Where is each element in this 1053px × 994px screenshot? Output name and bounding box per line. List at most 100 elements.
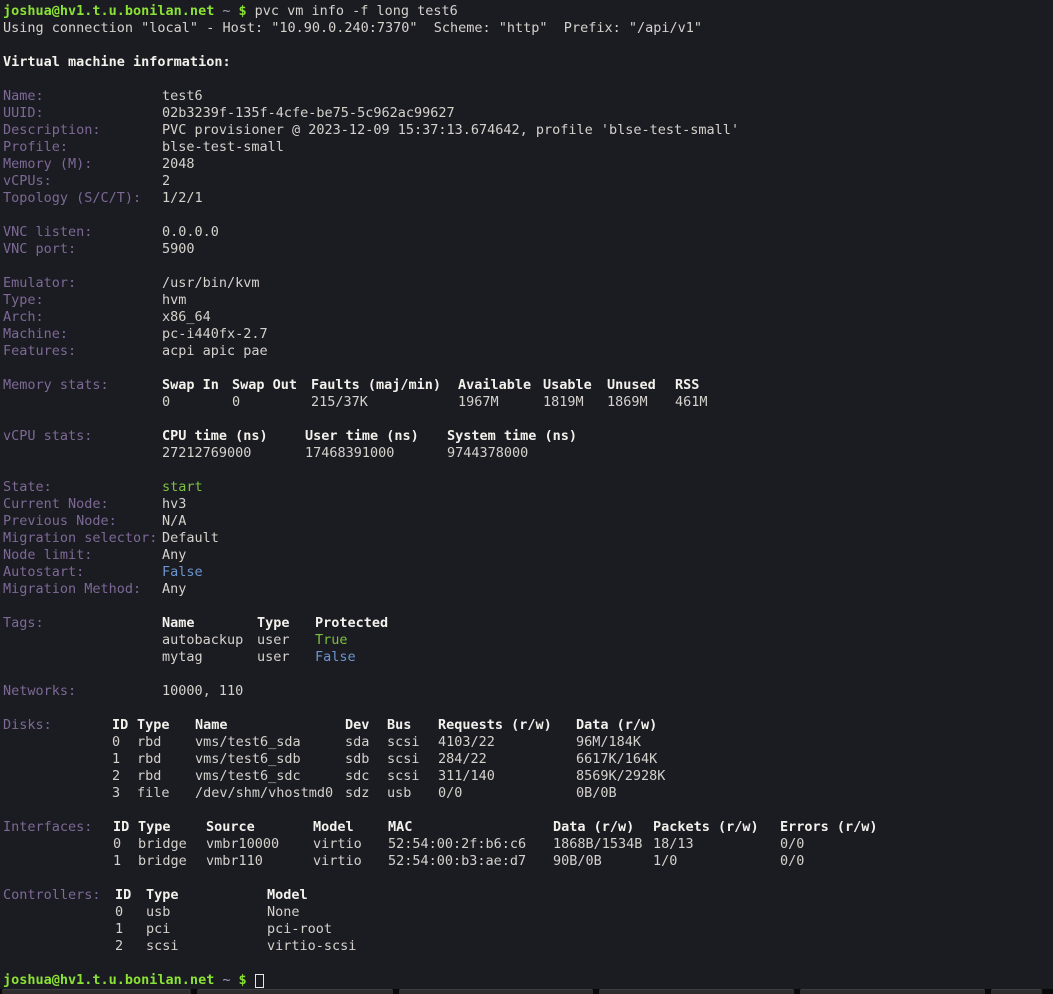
field-row: Previous Node:N/A	[3, 513, 1053, 530]
table-cell: scsi	[387, 768, 438, 785]
table-header-cell: Source	[206, 819, 313, 836]
field-value: pc-i440fx-2.7	[162, 326, 268, 343]
field-label: Migration Method:	[3, 581, 162, 598]
field-row: Migration selector:Default	[3, 530, 1053, 547]
field-label: State:	[3, 479, 162, 496]
table-cell: virtio	[313, 836, 388, 853]
field-row: Migration Method:Any	[3, 581, 1053, 598]
tag-row: mytaguserFalse	[3, 649, 1053, 666]
field-row: Features:acpi apic pae	[3, 343, 1053, 360]
field-row: Topology (S/C/T):1/2/1	[3, 190, 1053, 207]
table-header-cell: System time (ns)	[447, 428, 577, 445]
table-header-cell: Usable	[543, 377, 607, 394]
section-title-line: Virtual machine information:	[3, 54, 1053, 71]
field-label: Controllers:	[3, 887, 115, 904]
disk-row: 0rbdvms/test6_sdasdascsi4103/2296M/184K	[3, 734, 1053, 751]
table-cell: pci-root	[267, 921, 332, 938]
tab-segment[interactable]	[2, 989, 191, 994]
table-cell: vms/test6_sda	[195, 734, 345, 751]
terminal-cursor	[255, 974, 264, 988]
field-label: Tags:	[3, 615, 162, 632]
field-row: Autostart:False	[3, 564, 1053, 581]
field-row: Node limit:Any	[3, 547, 1053, 564]
tab-segment[interactable]	[399, 989, 593, 994]
table-cell: virtio-scsi	[267, 938, 356, 955]
connection-line: Using connection "local" - Host: "10.90.…	[3, 20, 1053, 37]
table-cell: 4103/22	[438, 734, 576, 751]
field-value: blse-test-small	[162, 139, 284, 156]
table-cell: rbd	[137, 734, 195, 751]
field-label: Current Node:	[3, 496, 162, 513]
terminal-screen[interactable]: joshua@hv1.t.u.bonilan.net~$pvc vm info …	[0, 0, 1053, 989]
table-cell: 27212769000	[162, 445, 305, 462]
tag-protected-value: True	[315, 632, 348, 649]
tab-segment[interactable]	[800, 989, 985, 994]
table-header-cell: ID	[113, 819, 138, 836]
table-header-cell: Unused	[607, 377, 675, 394]
emulator-section: Emulator:/usr/bin/kvm Type:hvm Arch:x86_…	[3, 275, 1053, 360]
disks-section: Disks:IDTypeNameDevBusRequests (r/w)Data…	[3, 717, 1053, 802]
table-cell: 0	[113, 836, 138, 853]
controller-row: 0usbNone	[3, 904, 1053, 921]
table-cell: usb	[387, 785, 438, 802]
tags-header-row: Tags:NameTypeProtected	[3, 615, 1053, 632]
field-value: acpi apic pae	[162, 343, 268, 360]
table-cell: scsi	[387, 751, 438, 768]
field-label: Networks:	[3, 683, 162, 700]
tab-segment[interactable]	[599, 989, 794, 994]
field-label: Description:	[3, 122, 162, 139]
controllers-section: Controllers:IDTypeModel 0usbNone 1pcipci…	[3, 887, 1053, 955]
vnc-section: VNC listen:0.0.0.0 VNC port:5900	[3, 224, 1053, 258]
table-cell: 1	[115, 921, 146, 938]
tag-protected-value: False	[315, 649, 356, 666]
table-header-cell: Bus	[387, 717, 438, 734]
field-value: 2	[162, 173, 170, 190]
terminal-window[interactable]: { "colors": { "background": "#1b1b22", "…	[0, 0, 1053, 994]
table-cell: 215/37K	[311, 394, 458, 411]
field-row: Profile:blse-test-small	[3, 139, 1053, 156]
field-label: Type:	[3, 292, 162, 309]
prompt-user-host: joshua@hv1.t.u.bonilan.net	[3, 3, 214, 20]
field-label: Arch:	[3, 309, 162, 326]
field-value: hvm	[162, 292, 186, 309]
field-row: Machine:pc-i440fx-2.7	[3, 326, 1053, 343]
tag-row: autobackupuserTrue	[3, 632, 1053, 649]
tab-segment[interactable]	[197, 989, 393, 994]
disk-row: 3file/dev/shm/vhostmd0sdzusb0/00B/0B	[3, 785, 1053, 802]
table-header-cell: User time (ns)	[305, 428, 447, 445]
prompt-tilde: ~	[222, 972, 230, 989]
table-header-cell: Type	[138, 819, 206, 836]
table-cell: 461M	[675, 394, 708, 411]
table-cell: user	[257, 632, 315, 649]
field-label: Machine:	[3, 326, 162, 343]
table-cell: sdc	[345, 768, 387, 785]
table-cell: 90B/0B	[553, 853, 653, 870]
field-label: Disks:	[3, 717, 112, 734]
field-value: N/A	[162, 513, 186, 530]
table-cell: 0/0	[780, 853, 804, 870]
memory-stats-header-row: Memory stats:Swap InSwap OutFaults (maj/…	[3, 377, 1053, 394]
table-cell: scsi	[387, 734, 438, 751]
table-cell: 284/22	[438, 751, 576, 768]
state-section: State:start Current Node:hv3 Previous No…	[3, 479, 1053, 598]
table-cell: 1	[113, 853, 138, 870]
table-header-cell: Model	[313, 819, 388, 836]
table-cell: usb	[146, 904, 267, 921]
table-cell: 0	[232, 394, 311, 411]
table-header-cell: Swap In	[162, 377, 232, 394]
table-cell: rbd	[137, 751, 195, 768]
prompt-dollar: $	[238, 3, 246, 20]
table-cell: 311/140	[438, 768, 576, 785]
prompt-line-top: joshua@hv1.t.u.bonilan.net~$pvc vm info …	[3, 3, 1053, 20]
field-row: Type:hvm	[3, 292, 1053, 309]
table-cell: 1819M	[543, 394, 607, 411]
table-header-cell: Name	[162, 615, 257, 632]
table-cell: file	[137, 785, 195, 802]
field-label: Features:	[3, 343, 162, 360]
table-header-cell: ID	[112, 717, 137, 734]
table-header-cell: ID	[115, 887, 146, 904]
disk-row: 2rbdvms/test6_sdcsdcscsi311/1408569K/292…	[3, 768, 1053, 785]
tab-segment[interactable]	[991, 989, 1042, 994]
field-label: Interfaces:	[3, 819, 113, 836]
table-header-cell: Data (r/w)	[576, 717, 657, 734]
